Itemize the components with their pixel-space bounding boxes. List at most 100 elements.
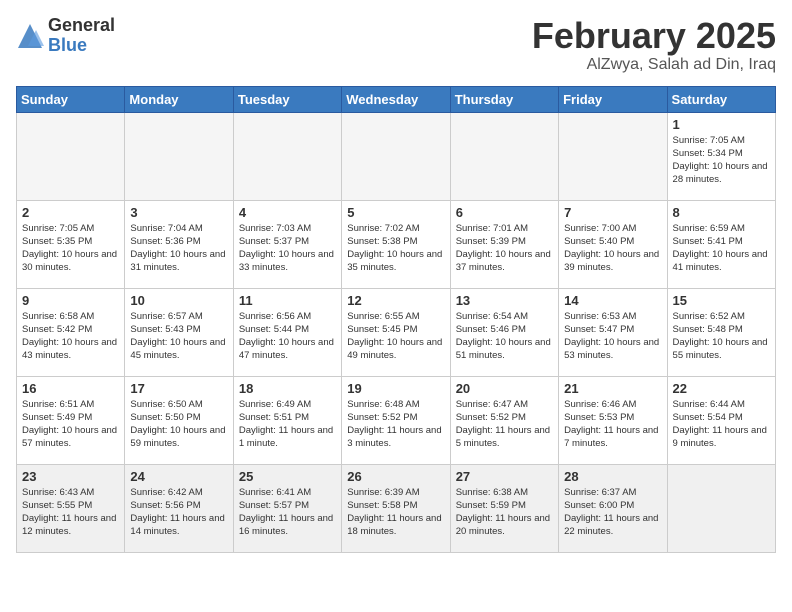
day-number: 26	[347, 469, 444, 484]
weekday-header-wednesday: Wednesday	[342, 86, 450, 112]
day-number: 15	[673, 293, 770, 308]
day-info: Sunrise: 6:54 AM Sunset: 5:46 PM Dayligh…	[456, 310, 553, 363]
calendar-table: SundayMondayTuesdayWednesdayThursdayFrid…	[16, 86, 776, 553]
calendar-cell: 2 Sunrise: 7:05 AM Sunset: 5:35 PM Daylig…	[17, 200, 125, 288]
day-info: Sunrise: 6:49 AM Sunset: 5:51 PM Dayligh…	[239, 398, 336, 451]
day-number: 3	[130, 205, 227, 220]
day-info: Sunrise: 7:02 AM Sunset: 5:38 PM Dayligh…	[347, 222, 444, 275]
calendar-cell	[17, 112, 125, 200]
calendar-cell: 15 Sunrise: 6:52 AM Sunset: 5:48 PM Dayli…	[667, 288, 775, 376]
logo-text: General Blue	[48, 16, 115, 56]
day-info: Sunrise: 6:41 AM Sunset: 5:57 PM Dayligh…	[239, 486, 336, 539]
calendar-cell: 6Sunrise: 7:01 AM Sunset: 5:39 PM Daylig…	[450, 200, 558, 288]
week-row-5: 23 Sunrise: 6:43 AM Sunset: 5:55 PM Dayli…	[17, 464, 776, 552]
day-number: 24	[130, 469, 227, 484]
calendar-cell	[342, 112, 450, 200]
day-info: Sunrise: 6:44 AM Sunset: 5:54 PM Dayligh…	[673, 398, 770, 451]
calendar-cell: 5 Sunrise: 7:02 AM Sunset: 5:38 PM Daylig…	[342, 200, 450, 288]
week-row-4: 16Sunrise: 6:51 AM Sunset: 5:49 PM Dayli…	[17, 376, 776, 464]
day-info: Sunrise: 6:52 AM Sunset: 5:48 PM Dayligh…	[673, 310, 770, 363]
logo-general: General	[48, 16, 115, 36]
day-number: 2	[22, 205, 119, 220]
calendar-cell	[667, 464, 775, 552]
day-number: 8	[673, 205, 770, 220]
calendar-cell	[125, 112, 233, 200]
weekday-header-thursday: Thursday	[450, 86, 558, 112]
day-number: 21	[564, 381, 661, 396]
day-info: Sunrise: 6:48 AM Sunset: 5:52 PM Dayligh…	[347, 398, 444, 451]
day-info: Sunrise: 6:53 AM Sunset: 5:47 PM Dayligh…	[564, 310, 661, 363]
calendar-cell: 14Sunrise: 6:53 AM Sunset: 5:47 PM Dayli…	[559, 288, 667, 376]
logo-icon	[16, 22, 44, 50]
weekday-header-saturday: Saturday	[667, 86, 775, 112]
day-number: 25	[239, 469, 336, 484]
calendar-cell: 25 Sunrise: 6:41 AM Sunset: 5:57 PM Dayli…	[233, 464, 341, 552]
page-header: General Blue February 2025 AlZwya, Salah…	[16, 16, 776, 74]
calendar-cell: 26 Sunrise: 6:39 AM Sunset: 5:58 PM Dayli…	[342, 464, 450, 552]
day-info: Sunrise: 6:59 AM Sunset: 5:41 PM Dayligh…	[673, 222, 770, 275]
day-number: 20	[456, 381, 553, 396]
day-number: 1	[673, 117, 770, 132]
day-number: 16	[22, 381, 119, 396]
weekday-header-monday: Monday	[125, 86, 233, 112]
calendar-cell: 1 Sunrise: 7:05 AM Sunset: 5:34 PM Daylig…	[667, 112, 775, 200]
day-info: Sunrise: 6:43 AM Sunset: 5:55 PM Dayligh…	[22, 486, 119, 539]
calendar-cell: 16Sunrise: 6:51 AM Sunset: 5:49 PM Dayli…	[17, 376, 125, 464]
calendar-cell: 12 Sunrise: 6:55 AM Sunset: 5:45 PM Dayli…	[342, 288, 450, 376]
calendar-cell: 4Sunrise: 7:03 AM Sunset: 5:37 PM Daylig…	[233, 200, 341, 288]
calendar-cell: 9 Sunrise: 6:58 AM Sunset: 5:42 PM Daylig…	[17, 288, 125, 376]
calendar-cell	[559, 112, 667, 200]
calendar-cell: 23 Sunrise: 6:43 AM Sunset: 5:55 PM Dayli…	[17, 464, 125, 552]
weekday-header-sunday: Sunday	[17, 86, 125, 112]
day-info: Sunrise: 7:00 AM Sunset: 5:40 PM Dayligh…	[564, 222, 661, 275]
calendar-cell: 20 Sunrise: 6:47 AM Sunset: 5:52 PM Dayli…	[450, 376, 558, 464]
calendar-body: 1 Sunrise: 7:05 AM Sunset: 5:34 PM Daylig…	[17, 112, 776, 552]
day-number: 17	[130, 381, 227, 396]
day-info: Sunrise: 6:56 AM Sunset: 5:44 PM Dayligh…	[239, 310, 336, 363]
day-info: Sunrise: 7:05 AM Sunset: 5:35 PM Dayligh…	[22, 222, 119, 275]
calendar-cell	[450, 112, 558, 200]
calendar-cell: 24 Sunrise: 6:42 AM Sunset: 5:56 PM Dayli…	[125, 464, 233, 552]
day-number: 28	[564, 469, 661, 484]
week-row-2: 2 Sunrise: 7:05 AM Sunset: 5:35 PM Daylig…	[17, 200, 776, 288]
day-info: Sunrise: 6:46 AM Sunset: 5:53 PM Dayligh…	[564, 398, 661, 451]
day-number: 6	[456, 205, 553, 220]
day-number: 11	[239, 293, 336, 308]
calendar-cell: 11 Sunrise: 6:56 AM Sunset: 5:44 PM Dayli…	[233, 288, 341, 376]
day-info: Sunrise: 6:47 AM Sunset: 5:52 PM Dayligh…	[456, 398, 553, 451]
day-info: Sunrise: 6:55 AM Sunset: 5:45 PM Dayligh…	[347, 310, 444, 363]
day-info: Sunrise: 6:39 AM Sunset: 5:58 PM Dayligh…	[347, 486, 444, 539]
day-info: Sunrise: 7:05 AM Sunset: 5:34 PM Dayligh…	[673, 134, 770, 187]
day-info: Sunrise: 6:58 AM Sunset: 5:42 PM Dayligh…	[22, 310, 119, 363]
calendar-cell: 19 Sunrise: 6:48 AM Sunset: 5:52 PM Dayli…	[342, 376, 450, 464]
logo: General Blue	[16, 16, 115, 56]
weekday-header-tuesday: Tuesday	[233, 86, 341, 112]
calendar-cell: 17 Sunrise: 6:50 AM Sunset: 5:50 PM Dayli…	[125, 376, 233, 464]
calendar-cell: 10Sunrise: 6:57 AM Sunset: 5:43 PM Dayli…	[125, 288, 233, 376]
day-number: 19	[347, 381, 444, 396]
calendar-cell: 7 Sunrise: 7:00 AM Sunset: 5:40 PM Daylig…	[559, 200, 667, 288]
logo-blue-text: Blue	[48, 36, 115, 56]
calendar-cell: 8 Sunrise: 6:59 AM Sunset: 5:41 PM Daylig…	[667, 200, 775, 288]
day-number: 27	[456, 469, 553, 484]
day-number: 13	[456, 293, 553, 308]
day-number: 12	[347, 293, 444, 308]
day-number: 23	[22, 469, 119, 484]
weekday-header-row: SundayMondayTuesdayWednesdayThursdayFrid…	[17, 86, 776, 112]
calendar-cell: 3 Sunrise: 7:04 AM Sunset: 5:36 PM Daylig…	[125, 200, 233, 288]
calendar-cell	[233, 112, 341, 200]
day-info: Sunrise: 7:04 AM Sunset: 5:36 PM Dayligh…	[130, 222, 227, 275]
day-number: 7	[564, 205, 661, 220]
day-info: Sunrise: 6:50 AM Sunset: 5:50 PM Dayligh…	[130, 398, 227, 451]
day-number: 9	[22, 293, 119, 308]
day-number: 18	[239, 381, 336, 396]
calendar-cell: 22Sunrise: 6:44 AM Sunset: 5:54 PM Dayli…	[667, 376, 775, 464]
weekday-header-friday: Friday	[559, 86, 667, 112]
day-number: 10	[130, 293, 227, 308]
calendar-cell: 21 Sunrise: 6:46 AM Sunset: 5:53 PM Dayli…	[559, 376, 667, 464]
week-row-3: 9 Sunrise: 6:58 AM Sunset: 5:42 PM Daylig…	[17, 288, 776, 376]
day-info: Sunrise: 6:37 AM Sunset: 6:00 PM Dayligh…	[564, 486, 661, 539]
day-number: 5	[347, 205, 444, 220]
title-area: February 2025 AlZwya, Salah ad Din, Iraq	[532, 16, 776, 74]
day-info: Sunrise: 6:42 AM Sunset: 5:56 PM Dayligh…	[130, 486, 227, 539]
